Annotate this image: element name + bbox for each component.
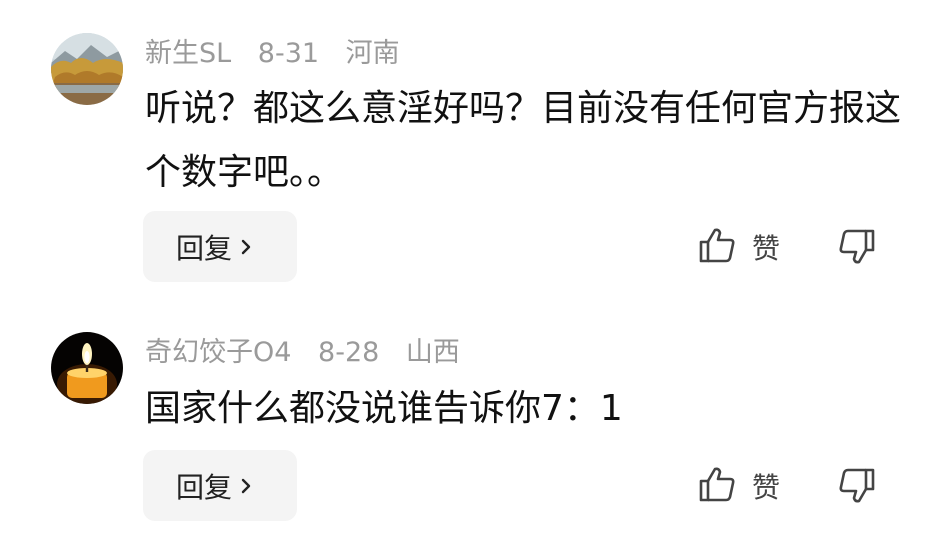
dislike-button[interactable] (838, 228, 876, 270)
username[interactable]: 新生SL (145, 38, 231, 69)
like-button[interactable]: 赞 (698, 226, 780, 268)
thumbs-up-icon (698, 465, 736, 507)
like-button[interactable]: 赞 (698, 465, 780, 507)
like-label: 赞 (752, 232, 781, 265)
reply-label: 回复 (176, 470, 233, 504)
comment-meta: 新生SL 8-31 河南 (145, 38, 418, 70)
comment-location: 山西 (405, 337, 460, 368)
comment-text: 国家什么都没说谁告诉你7：1 (145, 388, 623, 429)
thumbs-up-icon (698, 226, 736, 268)
comment-text: 听说？都这么意淫好吗？目前没有任何官方报这个数字吧。。 (145, 88, 902, 193)
comment-meta: 奇幻饺子O4 8-28 山西 (145, 337, 478, 369)
dislike-button[interactable] (838, 467, 876, 509)
chevron-right-icon (240, 477, 252, 495)
reply-label: 回复 (176, 231, 233, 265)
thumbs-down-icon (838, 468, 876, 509)
comment-date: 8-28 (318, 337, 380, 368)
reply-button[interactable]: 回复 (143, 450, 297, 521)
username[interactable]: 奇幻饺子O4 (145, 337, 291, 368)
comment-location: 河南 (345, 38, 400, 69)
thumbs-down-icon (838, 229, 876, 270)
avatar[interactable] (51, 332, 123, 404)
comment-date: 8-31 (257, 38, 320, 69)
reply-button[interactable]: 回复 (143, 211, 297, 282)
like-label: 赞 (752, 471, 781, 504)
chevron-right-icon (240, 238, 252, 256)
avatar[interactable] (51, 33, 123, 105)
